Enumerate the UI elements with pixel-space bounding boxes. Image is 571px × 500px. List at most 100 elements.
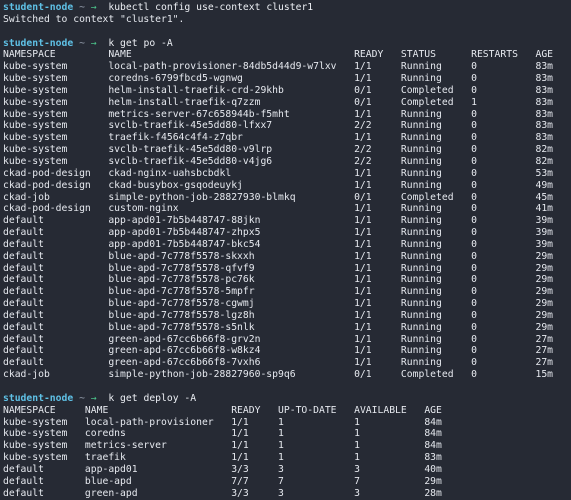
cell-namespace: default <box>3 487 85 499</box>
cell-status: Running <box>400 120 472 132</box>
prompt-hostname: student-node <box>3 2 74 13</box>
cell-namespace: kube-system <box>3 144 109 156</box>
cell-age: 39m <box>535 215 554 227</box>
cell-age: 84m <box>424 416 442 428</box>
command-output: Switched to context "cluster1". <box>3 13 185 25</box>
cell-name: blue-apd-7c778f5578-pc76k <box>108 274 355 286</box>
cell-restarts: 0 <box>471 215 536 227</box>
table-header: NAMESPACE NAME READY STATUS RESTARTS AGE <box>3 49 571 61</box>
cell-namespace: ckad-pod-design <box>3 179 109 191</box>
cell-name: green-apd-67cc6b66f8-7vxh6 <box>108 357 355 369</box>
cell-restarts: 0 <box>471 179 536 191</box>
table-row: kube-system svclb-traefik-45e5dd80-lfxx7… <box>3 120 571 132</box>
cell-age: 29m <box>535 286 554 298</box>
cell-age: 84m <box>424 440 442 452</box>
cell-age: 29m <box>424 475 442 487</box>
table-row: default app-apd01-7b5b448747-88jkn 1/1 R… <box>3 215 571 227</box>
cell-namespace: kube-system <box>3 61 109 73</box>
cell-age: 27m <box>535 333 554 345</box>
cell-age: 83m <box>424 452 442 464</box>
cell-restarts: 0 <box>471 155 536 167</box>
cell-name: app-apd01-7b5b448747-88jkn <box>108 215 355 227</box>
cell-name: svclb-traefik-45e5dd80-v4jg6 <box>108 155 355 167</box>
cell-age: 84m <box>424 428 442 440</box>
cell-ready: 1/1 <box>231 452 279 464</box>
command-text: k get deploy -A <box>108 392 197 404</box>
cell-name: coredns-6799fbcd5-wgnwg <box>108 73 355 85</box>
cell-age: 83m <box>535 73 554 85</box>
cell-available: 1 <box>354 416 425 428</box>
cell-namespace: default <box>3 298 109 310</box>
cell-name: traefik <box>84 452 232 464</box>
cell-up-to-date: 1 <box>278 440 355 452</box>
table-row: kube-system traefik 1/1 1 1 83m <box>3 452 571 464</box>
cell-name: simple-python-job-28827960-sp9q6 <box>108 369 355 381</box>
cell-age: 49m <box>535 179 554 191</box>
cell-ready: 1/1 <box>354 321 401 333</box>
cell-restarts: 0 <box>471 132 536 144</box>
cell-age: 45m <box>535 191 554 203</box>
prompt-hostname: student-node <box>3 392 74 404</box>
column-header-name: NAME <box>108 49 355 61</box>
table-row: ckad-pod-design custom-nginx 1/1 Running… <box>3 203 571 215</box>
table-row: ckad-pod-design ckad-busybox-gsqodeuykj … <box>3 180 571 192</box>
terminal-window[interactable]: student-node ~ → kubectl config use-cont… <box>0 0 571 500</box>
cell-namespace: kube-system <box>3 108 109 120</box>
cell-ready: 1/1 <box>231 416 279 428</box>
cell-ready: 1/1 <box>354 215 401 227</box>
prompt-directory: ~ <box>79 2 85 13</box>
cell-age: 39m <box>535 227 554 239</box>
cell-name: helm-install-traefik-crd-29khb <box>108 84 355 96</box>
cell-ready: 1/1 <box>354 203 401 215</box>
table-row: ckad-job simple-python-job-28827960-sp9q… <box>3 369 571 381</box>
cell-ready: 0/1 <box>354 84 401 96</box>
cell-namespace: default <box>3 227 109 239</box>
cell-status: Running <box>400 321 472 333</box>
cell-ready: 1/1 <box>231 428 279 440</box>
cell-restarts: 0 <box>471 309 536 321</box>
cell-namespace: default <box>3 333 109 345</box>
cell-age: 82m <box>535 144 554 156</box>
cell-ready: 7/7 <box>231 475 279 487</box>
cell-age: 40m <box>424 463 442 475</box>
cell-name: blue-apd-7c778f5578-lgz8h <box>108 309 355 321</box>
cell-namespace: kube-system <box>3 440 85 452</box>
cell-ready: 1/1 <box>354 61 401 73</box>
cell-age: 83m <box>535 108 554 120</box>
cell-age: 53m <box>535 167 554 179</box>
cell-age: 29m <box>535 309 554 321</box>
cell-status: Completed <box>400 191 472 203</box>
table-row: default blue-apd-7c778f5578-cgwmj 1/1 Ru… <box>3 298 571 310</box>
cell-namespace: ckad-pod-design <box>3 203 109 215</box>
table-row: kube-system helm-install-traefik-q7zzm 0… <box>3 97 571 109</box>
cell-namespace: kube-system <box>3 416 85 428</box>
cell-name: ckad-busybox-gsqodeuykj <box>108 179 355 191</box>
cell-status: Running <box>400 238 472 250</box>
cell-status: Running <box>400 144 472 156</box>
cell-ready: 1/1 <box>354 309 401 321</box>
cell-ready: 1/1 <box>354 227 401 239</box>
cell-up-to-date: 1 <box>278 416 355 428</box>
cell-namespace: kube-system <box>3 132 109 144</box>
cell-name: app-apd01 <box>84 463 232 475</box>
command-text: kubectl config use-context cluster1 <box>108 2 314 13</box>
cell-name: simple-python-job-28827930-blmkq <box>108 191 355 203</box>
cell-age: 82m <box>535 155 554 167</box>
column-header-name: NAME <box>84 404 232 416</box>
cell-age: 83m <box>535 61 554 73</box>
cell-restarts: 0 <box>471 108 536 120</box>
cell-ready: 0/1 <box>354 96 401 108</box>
cell-name: blue-apd-7c778f5578-5mpfr <box>108 286 355 298</box>
cell-name: app-apd01-7b5b448747-bkc54 <box>108 238 355 250</box>
cell-restarts: 0 <box>471 84 536 96</box>
cell-restarts: 0 <box>471 345 536 357</box>
column-header-available: AVAILABLE <box>354 404 425 416</box>
cell-namespace: default <box>3 309 109 321</box>
cell-name: green-apd-67cc6b66f8-grv2n <box>108 333 355 345</box>
column-header-ready: READY <box>231 404 279 416</box>
cell-namespace: default <box>3 286 109 298</box>
table-row: kube-system helm-install-traefik-crd-29k… <box>3 85 571 97</box>
column-header-restarts: RESTARTS <box>471 49 536 61</box>
cell-status: Running <box>400 73 472 85</box>
